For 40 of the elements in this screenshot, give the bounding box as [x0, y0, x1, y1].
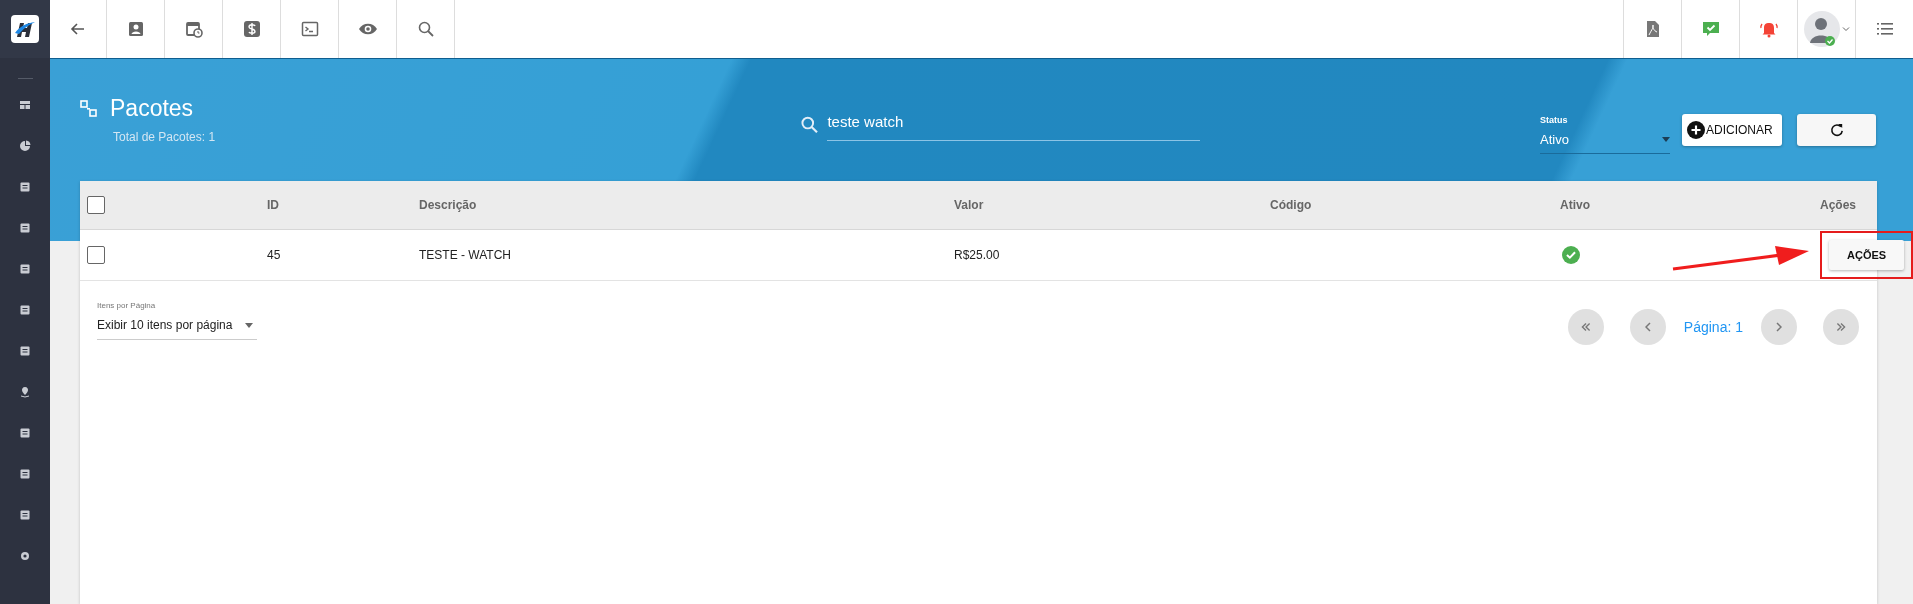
- terminal-icon: [299, 19, 320, 39]
- column-header: Descrição: [419, 198, 478, 212]
- chevron-left-icon: [1644, 322, 1651, 332]
- page-title: Pacotes: [110, 95, 194, 122]
- location-pin-icon[interactable]: [19, 386, 31, 398]
- refresh-icon: [1828, 122, 1845, 138]
- pie-chart-icon[interactable]: [19, 140, 31, 152]
- search-field[interactable]: teste watch: [827, 109, 1200, 141]
- row-checkbox[interactable]: [87, 246, 105, 264]
- table-cell-text: TESTE - WATCH: [419, 248, 512, 262]
- select-all-checkbox[interactable]: [87, 196, 105, 214]
- page-size-select[interactable]: Exibir 10 itens por página: [97, 310, 257, 340]
- status-label: Status: [1540, 115, 1569, 125]
- column-header: Código: [1270, 198, 1313, 212]
- column-header: Ativo: [1560, 198, 1591, 212]
- page-subtitle: Total de Pacotes: 1: [113, 130, 217, 144]
- document-icon[interactable]: [19, 509, 31, 521]
- plus-circle-icon: [1687, 121, 1705, 139]
- column-header: ID: [267, 198, 280, 212]
- refresh-button[interactable]: [1797, 114, 1876, 146]
- search-icon: [800, 115, 820, 135]
- grid-icon[interactable]: [19, 99, 31, 111]
- actions-button[interactable]: AÇÕES: [1829, 240, 1905, 270]
- logo-icon[interactable]: [11, 15, 39, 43]
- avatar-icon: [1803, 11, 1840, 47]
- status-select[interactable]: Ativo: [1540, 125, 1670, 154]
- column-header: Ações: [1820, 198, 1858, 212]
- chevron-down-icon: [1841, 26, 1850, 32]
- squares-icon: [80, 99, 98, 118]
- message-check-icon: [1700, 19, 1721, 39]
- dollar-icon: [241, 19, 262, 39]
- settings-icon[interactable]: [19, 550, 31, 562]
- add-button[interactable]: ADICIONAR: [1682, 114, 1782, 146]
- table-cell-text: 45: [267, 248, 282, 262]
- list-icon[interactable]: [19, 427, 31, 439]
- chevron-right-icon: [1776, 322, 1782, 332]
- page-indicator: Página: 1: [1683, 319, 1743, 335]
- table-cell-text: R$25.00: [954, 248, 1001, 262]
- page-size-label: Itens por Página: [97, 301, 157, 310]
- column-header: Valor: [954, 198, 985, 212]
